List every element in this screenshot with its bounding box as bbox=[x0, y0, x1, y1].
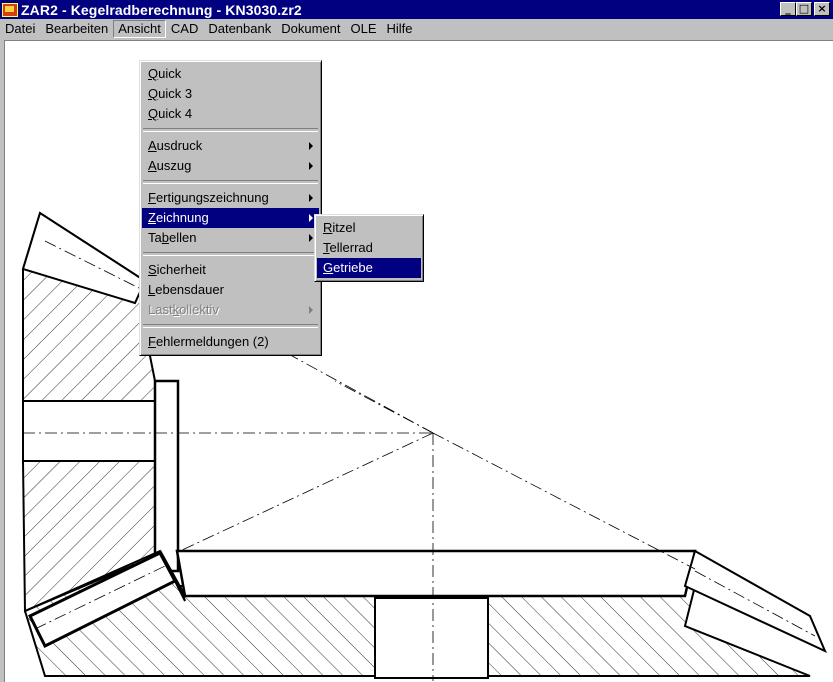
ansicht-dropdown: Quick Quick 3 Quick 4 Ausdruck Auszug Fe… bbox=[139, 60, 322, 356]
minimize-button[interactable]: _ bbox=[780, 2, 796, 16]
menu-cad[interactable]: CAD bbox=[166, 20, 203, 38]
submenu-arrow-icon bbox=[309, 194, 313, 202]
title-bar[interactable]: ZAR2 - Kegelradberechnung - KN3030.zr2 _… bbox=[0, 0, 833, 19]
menu-item-lebensdauer[interactable]: Lebensdauer bbox=[142, 280, 319, 300]
menu-item-quick-3[interactable]: Quick 3 bbox=[142, 84, 319, 104]
menu-item-fertigungszeichnung[interactable]: Fertigungszeichnung bbox=[142, 188, 319, 208]
submenu-arrow-icon bbox=[309, 142, 313, 150]
menu-separator bbox=[143, 252, 318, 256]
menu-bearbeiten[interactable]: Bearbeiten bbox=[40, 20, 113, 38]
submenu-item-ritzel[interactable]: Ritzel bbox=[317, 218, 421, 238]
menu-item-quick[interactable]: Quick bbox=[142, 64, 319, 84]
menu-separator bbox=[143, 180, 318, 184]
submenu-item-getriebe[interactable]: Getriebe bbox=[317, 258, 421, 278]
menu-item-ausdruck[interactable]: Ausdruck bbox=[142, 136, 319, 156]
submenu-arrow-icon bbox=[309, 234, 313, 242]
drawing-canvas[interactable] bbox=[4, 40, 833, 682]
menu-separator bbox=[143, 128, 318, 132]
submenu-arrow-icon bbox=[309, 214, 313, 222]
menu-item-sicherheit[interactable]: Sicherheit bbox=[142, 260, 319, 280]
submenu-item-tellerrad[interactable]: Tellerrad bbox=[317, 238, 421, 258]
submenu-arrow-icon bbox=[309, 306, 313, 314]
close-button[interactable]: × bbox=[814, 2, 830, 16]
menu-ansicht[interactable]: Ansicht bbox=[113, 20, 166, 38]
crown-wheel-section bbox=[23, 549, 827, 679]
menu-hilfe[interactable]: Hilfe bbox=[382, 20, 418, 38]
menu-item-zeichnung[interactable]: Zeichnung bbox=[142, 208, 319, 228]
zeichnung-submenu: Ritzel Tellerrad Getriebe bbox=[314, 214, 424, 282]
menu-bar: Datei Bearbeiten Ansicht CAD Datenbank D… bbox=[0, 19, 833, 39]
menu-item-tabellen[interactable]: Tabellen bbox=[142, 228, 319, 248]
submenu-arrow-icon bbox=[309, 162, 313, 170]
app-icon[interactable] bbox=[2, 2, 18, 17]
menu-datenbank[interactable]: Datenbank bbox=[203, 20, 276, 38]
menu-ole[interactable]: OLE bbox=[345, 20, 381, 38]
window-title: ZAR2 - Kegelradberechnung - KN3030.zr2 bbox=[21, 1, 302, 18]
bevel-gear-drawing bbox=[21, 211, 827, 681]
menu-dokument[interactable]: Dokument bbox=[276, 20, 345, 38]
maximize-button[interactable]: □ bbox=[796, 2, 812, 16]
application-window: ZAR2 - Kegelradberechnung - KN3030.zr2 _… bbox=[0, 0, 833, 682]
menu-datei[interactable]: Datei bbox=[0, 20, 40, 38]
menu-item-lastkollektiv: Lastkollektiv bbox=[142, 300, 319, 320]
window-controls: _ □ × bbox=[780, 2, 830, 16]
menu-item-quick-4[interactable]: Quick 4 bbox=[142, 104, 319, 124]
menu-separator bbox=[143, 324, 318, 328]
menu-item-auszug[interactable]: Auszug bbox=[142, 156, 319, 176]
menu-item-fehlermeldungen[interactable]: Fehlermeldungen (2) bbox=[142, 332, 319, 352]
